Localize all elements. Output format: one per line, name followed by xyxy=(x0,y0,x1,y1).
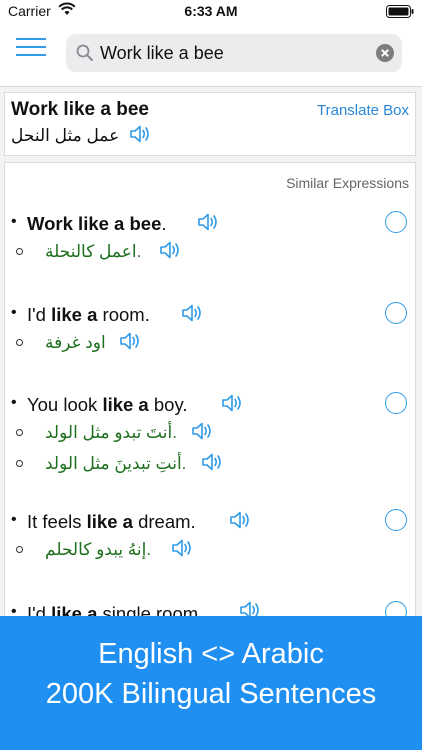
speaker-icon[interactable] xyxy=(159,239,183,266)
status-bar: Carrier 6:33 AM xyxy=(0,0,422,24)
bullet: • xyxy=(11,511,17,528)
speaker-icon[interactable] xyxy=(201,451,225,478)
headword: Work like a bee xyxy=(11,99,149,120)
speaker-icon[interactable] xyxy=(129,123,153,150)
sub-bullet xyxy=(16,429,23,436)
select-radio[interactable] xyxy=(385,211,407,233)
speaker-icon[interactable] xyxy=(191,420,215,447)
battery-icon xyxy=(386,5,414,21)
hamburger-menu-icon[interactable] xyxy=(16,36,46,58)
clock: 6:33 AM xyxy=(184,3,238,19)
speaker-icon[interactable] xyxy=(171,537,195,564)
speaker-icon[interactable] xyxy=(181,302,205,329)
translate-box-link[interactable]: Translate Box xyxy=(317,102,409,119)
speaker-icon[interactable] xyxy=(119,330,143,357)
speaker-icon[interactable] xyxy=(197,211,221,238)
arabic-translation: .أنتِ تبدينَ مثل الولد xyxy=(45,454,187,473)
english-sentence: You look like a boy. xyxy=(27,394,188,415)
bullet: • xyxy=(11,213,17,230)
select-radio[interactable] xyxy=(385,392,407,414)
headword-translation: عمل مثل النحل xyxy=(11,126,120,145)
sub-bullet xyxy=(16,248,23,255)
promo-line-2: 200K Bilingual Sentences xyxy=(45,678,377,710)
sub-bullet xyxy=(16,339,23,346)
arabic-translation: .أنتَ تبدو مثل الولد xyxy=(45,423,177,442)
bullet: • xyxy=(11,304,17,321)
sub-bullet xyxy=(16,460,23,467)
result-card: Work like a bee Translate Box عمل مثل ال… xyxy=(4,92,416,156)
english-sentence: Work like a bee. xyxy=(27,213,167,234)
promo-banner: English <> Arabic 200K Bilingual Sentenc… xyxy=(0,616,422,750)
search-icon xyxy=(76,44,94,67)
nav-bar: Work like a bee xyxy=(0,24,422,87)
english-sentence: I'd like a room. xyxy=(27,304,150,325)
similar-expressions-heading: Similar Expressions xyxy=(286,175,409,191)
search-input[interactable]: Work like a bee xyxy=(66,34,402,72)
english-sentence: It feels like a dream. xyxy=(27,511,196,532)
arabic-translation: .إنهُ يبدو كالحلم xyxy=(45,540,152,559)
select-radio[interactable] xyxy=(385,509,407,531)
speaker-icon[interactable] xyxy=(229,509,253,536)
speaker-icon[interactable] xyxy=(221,392,245,419)
arabic-translation: اود غرفة xyxy=(45,333,106,352)
search-query: Work like a bee xyxy=(100,43,224,63)
clear-search-icon[interactable] xyxy=(376,44,394,67)
promo-line-1: English <> Arabic xyxy=(98,638,324,670)
bullet: • xyxy=(11,394,17,411)
similar-expressions-panel: Similar Expressions • Work like a bee. .… xyxy=(4,162,416,622)
select-radio[interactable] xyxy=(385,302,407,324)
arabic-translation: .اعمل كالنحلة xyxy=(45,242,142,261)
sub-bullet xyxy=(16,546,23,553)
